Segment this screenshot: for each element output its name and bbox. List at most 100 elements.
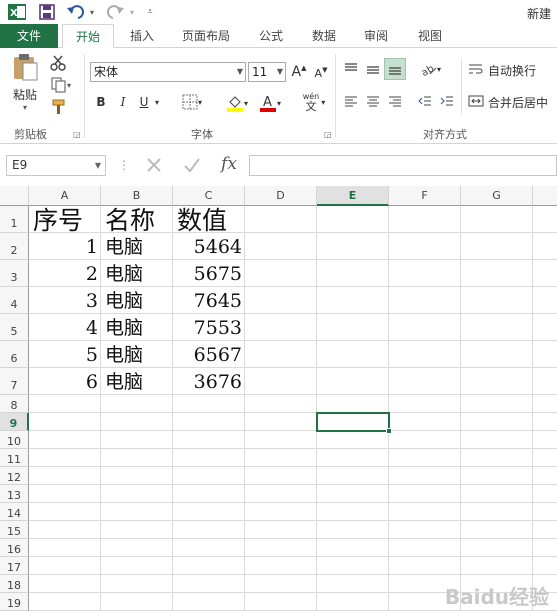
- grid-cell[interactable]: [317, 206, 389, 233]
- grid-cell[interactable]: [101, 431, 173, 449]
- grid-cell[interactable]: [461, 395, 533, 413]
- grid-cell[interactable]: [173, 521, 245, 539]
- row-header-11[interactable]: 11: [0, 449, 29, 467]
- table-cell[interactable]: 4: [29, 314, 101, 341]
- underline-dropdown-icon[interactable]: ▾: [152, 92, 162, 112]
- grid-cell[interactable]: [461, 287, 533, 314]
- grow-font-button[interactable]: A ▲: [290, 62, 308, 82]
- grid-cell[interactable]: [317, 449, 389, 467]
- cancel-icon[interactable]: [142, 154, 166, 176]
- tab-home[interactable]: 开始: [62, 24, 114, 49]
- grid-cell[interactable]: [389, 539, 461, 557]
- grid-cell[interactable]: [533, 539, 557, 557]
- grid-cell[interactable]: [173, 557, 245, 575]
- merge-center-button[interactable]: 合并后居中: [468, 92, 556, 112]
- save-icon[interactable]: [38, 3, 56, 21]
- table-cell[interactable]: 电脑: [101, 287, 173, 314]
- grid-cell[interactable]: [245, 521, 317, 539]
- grid-cell[interactable]: [245, 287, 317, 314]
- grid-cell[interactable]: [245, 368, 317, 395]
- grid-cell[interactable]: [533, 260, 557, 287]
- insert-function-icon[interactable]: fx: [216, 153, 242, 177]
- align-right-icon[interactable]: [386, 92, 404, 110]
- grid-cell[interactable]: [101, 413, 173, 431]
- grid-cell[interactable]: [173, 575, 245, 593]
- grid-cell[interactable]: [245, 341, 317, 368]
- grid-cell[interactable]: [101, 467, 173, 485]
- grid-cell[interactable]: [317, 431, 389, 449]
- grid-cell[interactable]: [533, 287, 557, 314]
- table-cell[interactable]: 电脑: [101, 260, 173, 287]
- grid-cell[interactable]: [533, 467, 557, 485]
- grid-cell[interactable]: [173, 395, 245, 413]
- grid-cell[interactable]: [389, 287, 461, 314]
- grid-cell[interactable]: [533, 557, 557, 575]
- grid-cell[interactable]: [389, 413, 461, 431]
- grid-cell[interactable]: [461, 485, 533, 503]
- align-middle-icon[interactable]: [364, 60, 382, 78]
- grid-cell[interactable]: [389, 395, 461, 413]
- redo-icon[interactable]: [106, 3, 126, 21]
- grid-cell[interactable]: [101, 503, 173, 521]
- table-cell[interactable]: 电脑: [101, 341, 173, 368]
- grid-cell[interactable]: [245, 206, 317, 233]
- column-header-e[interactable]: E: [317, 186, 389, 206]
- grid-cell[interactable]: [389, 368, 461, 395]
- grid-cell[interactable]: [389, 314, 461, 341]
- grid-cell[interactable]: [461, 368, 533, 395]
- table-cell[interactable]: 5: [29, 341, 101, 368]
- grid-cell[interactable]: [173, 485, 245, 503]
- table-cell[interactable]: 电脑: [101, 233, 173, 260]
- tab-data[interactable]: 数据: [300, 24, 348, 48]
- grid-cell[interactable]: [389, 233, 461, 260]
- grid-cell[interactable]: [533, 395, 557, 413]
- format-painter-icon[interactable]: [48, 98, 68, 116]
- underline-button[interactable]: U: [137, 92, 151, 112]
- row-header-17[interactable]: 17: [0, 557, 29, 575]
- grid-cell[interactable]: [533, 449, 557, 467]
- font-name-combo[interactable]: 宋体 ▼: [90, 62, 246, 82]
- italic-button[interactable]: I: [115, 92, 131, 112]
- grid-cell[interactable]: [173, 503, 245, 521]
- grid-cell[interactable]: [29, 575, 101, 593]
- grid-cell[interactable]: [245, 593, 317, 611]
- grid-cell[interactable]: [533, 206, 557, 233]
- redo-dropdown-icon[interactable]: ▾: [128, 3, 136, 21]
- grid-cell[interactable]: [101, 521, 173, 539]
- grid-cell[interactable]: [461, 260, 533, 287]
- column-header[interactable]: [533, 186, 557, 206]
- table-cell[interactable]: 7645: [173, 287, 245, 314]
- grid-cell[interactable]: [389, 503, 461, 521]
- clipboard-launcher-icon[interactable]: ◲: [73, 130, 81, 139]
- row-header-15[interactable]: 15: [0, 521, 29, 539]
- grid-cell[interactable]: [245, 449, 317, 467]
- grid-cell[interactable]: [245, 485, 317, 503]
- row-header-4[interactable]: 4: [0, 287, 29, 314]
- grid-cell[interactable]: [317, 539, 389, 557]
- grid-cell[interactable]: [389, 206, 461, 233]
- row-header-10[interactable]: 10: [0, 431, 29, 449]
- grid-cell[interactable]: [461, 206, 533, 233]
- column-header-a[interactable]: A: [29, 186, 101, 206]
- header-cell[interactable]: 名称: [101, 206, 173, 235]
- row-header-8[interactable]: 8: [0, 395, 29, 413]
- align-top-icon[interactable]: [342, 60, 360, 78]
- fill-color-icon[interactable]: ▾: [222, 92, 252, 114]
- grid-cell[interactable]: [533, 485, 557, 503]
- grid-cell[interactable]: [461, 539, 533, 557]
- customize-qat-icon[interactable]: ⩡: [144, 3, 156, 21]
- row-header-14[interactable]: 14: [0, 503, 29, 521]
- grid-cell[interactable]: [317, 593, 389, 611]
- tab-page-layout[interactable]: 页面布局: [170, 24, 242, 48]
- grid-cell[interactable]: [533, 341, 557, 368]
- column-header-g[interactable]: G: [461, 186, 533, 206]
- grid-cell[interactable]: [389, 449, 461, 467]
- grid-cell[interactable]: [245, 575, 317, 593]
- row-header-6[interactable]: 6: [0, 341, 29, 368]
- grid-cell[interactable]: [533, 431, 557, 449]
- fill-handle[interactable]: [386, 428, 392, 434]
- enter-icon[interactable]: [180, 154, 204, 176]
- grid-cell[interactable]: [29, 395, 101, 413]
- undo-icon[interactable]: [66, 3, 86, 21]
- column-header-d[interactable]: D: [245, 186, 317, 206]
